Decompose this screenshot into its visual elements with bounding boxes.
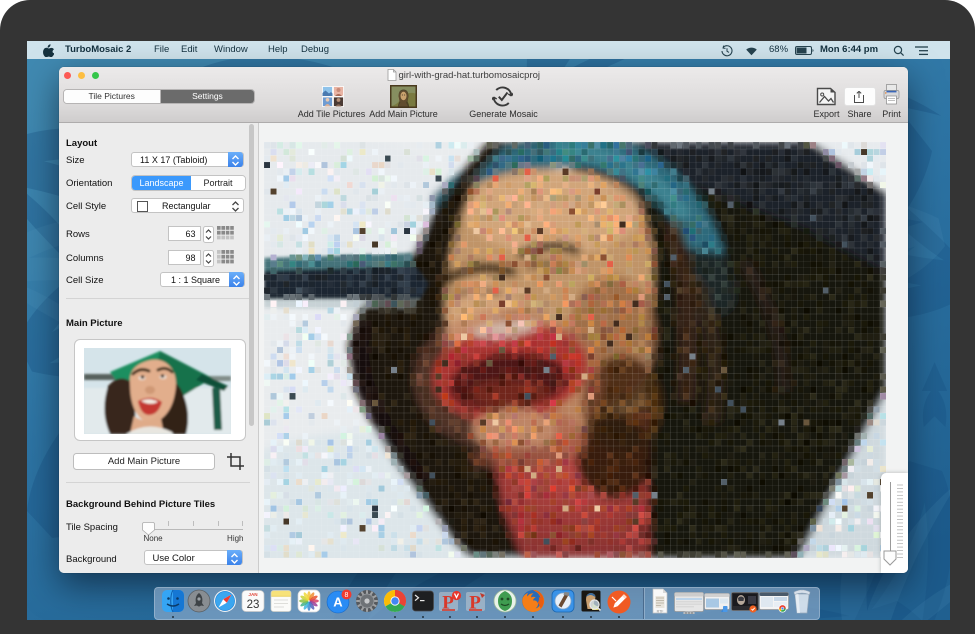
svg-text:8: 8	[345, 592, 349, 599]
svg-text:A: A	[333, 595, 343, 610]
svg-text:RTF: RTF	[657, 610, 664, 614]
svg-text:JAN: JAN	[248, 592, 258, 597]
svg-text:23: 23	[247, 599, 260, 611]
